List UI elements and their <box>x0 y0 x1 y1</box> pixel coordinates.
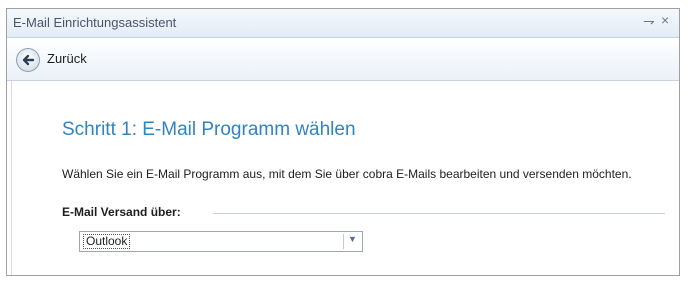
dropdown-selected-value: Outlook <box>83 234 131 249</box>
pin-icon[interactable]: ⇁ <box>643 13 655 30</box>
mail-program-dropdown[interactable]: Outlook ▼ <box>79 231 363 252</box>
group-label: E-Mail Versand über: <box>62 205 181 219</box>
dropdown-separator <box>343 234 344 249</box>
close-icon[interactable]: × <box>661 12 669 28</box>
group-divider <box>213 213 665 214</box>
step-description: Wählen Sie ein E-Mail Programm aus, mit … <box>62 167 632 181</box>
divider <box>11 81 12 275</box>
chevron-down-icon[interactable]: ▼ <box>348 234 357 244</box>
step-heading: Schritt 1: E-Mail Programm wählen <box>62 119 356 140</box>
window-title: E-Mail Einrichtungsassistent <box>13 15 177 30</box>
navigation-bar: Zurück <box>7 38 679 81</box>
back-label[interactable]: Zurück <box>47 51 87 66</box>
title-bar: E-Mail Einrichtungsassistent ⇁ × <box>7 9 679 38</box>
back-arrow-icon <box>22 54 35 66</box>
wizard-window: E-Mail Einrichtungsassistent ⇁ × Zurück … <box>6 8 680 276</box>
back-button[interactable] <box>16 48 40 72</box>
